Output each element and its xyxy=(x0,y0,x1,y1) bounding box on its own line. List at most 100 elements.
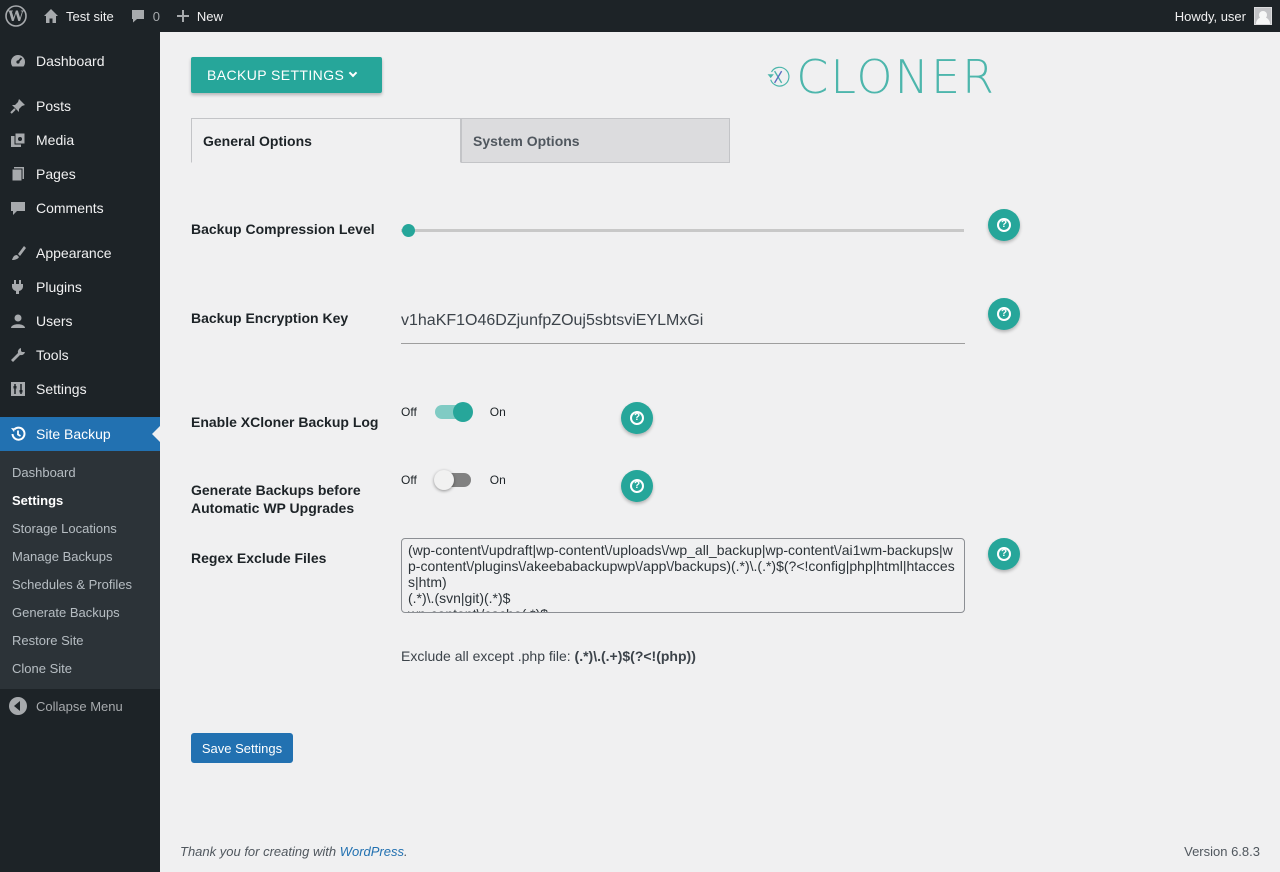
footer-thanks: Thank you for creating with WordPress. xyxy=(180,844,408,859)
regex-hint-text: Exclude all except .php file: xyxy=(401,648,571,664)
sidebar-item-label: Pages xyxy=(36,166,76,182)
sidebar-item-label: Posts xyxy=(36,98,72,114)
help-icon: ? xyxy=(630,479,644,493)
wordpress-logo-menu[interactable]: W xyxy=(0,0,35,32)
switch-knob xyxy=(452,402,473,422)
auto-upgrades-help-button[interactable]: ? xyxy=(621,470,653,502)
backup-settings-button[interactable]: BACKUP SETTINGS xyxy=(191,57,382,93)
compression-slider-track[interactable] xyxy=(401,229,964,232)
sidebar-item-posts[interactable]: Posts xyxy=(0,89,160,123)
site-name-menu[interactable]: Test site xyxy=(35,0,122,32)
save-settings-button[interactable]: Save Settings xyxy=(191,733,293,763)
backup-settings-label: BACKUP SETTINGS xyxy=(207,67,345,83)
wordpress-link[interactable]: WordPress xyxy=(340,844,404,859)
sidebar-item-appearance[interactable]: Appearance xyxy=(0,236,160,270)
comments-count: 0 xyxy=(152,8,160,24)
pages-icon xyxy=(8,164,28,184)
svg-text:W: W xyxy=(7,9,24,25)
main-content: BACKUP SETTINGS CLONER General Options S… xyxy=(160,32,1280,872)
site-backup-submenu: Dashboard Settings Storage Locations Man… xyxy=(0,451,160,689)
compression-help-button[interactable]: ? xyxy=(988,209,1020,241)
settings-icon xyxy=(8,379,28,399)
submenu-item-clone-site[interactable]: Clone Site xyxy=(0,654,160,682)
settings-tabs: General Options System Options xyxy=(191,118,730,163)
regex-hint-code: (.*)\.(.+)$(?<!(php)) xyxy=(574,648,696,664)
compression-slider-thumb[interactable] xyxy=(402,224,415,237)
new-content-menu[interactable]: New xyxy=(168,0,231,32)
backup-log-help-button[interactable]: ? xyxy=(621,402,653,434)
home-icon xyxy=(43,8,59,24)
switch-off-label: Off xyxy=(401,405,417,419)
sidebar-item-label: Media xyxy=(36,132,75,148)
sidebar-item-label: Settings xyxy=(36,381,87,397)
help-icon: ? xyxy=(997,547,1011,561)
help-icon: ? xyxy=(630,411,644,425)
sidebar-item-label: Site Backup xyxy=(36,426,111,442)
sidebar-item-tools[interactable]: Tools xyxy=(0,338,160,372)
switch-on-label: On xyxy=(489,473,506,487)
sidebar-item-site-backup[interactable]: Site Backup xyxy=(0,417,160,451)
footer-version: Version 6.8.3 xyxy=(1184,844,1260,859)
media-icon xyxy=(8,130,28,150)
sidebar-item-label: Dashboard xyxy=(36,53,105,69)
footer-thanks-text: Thank you for creating with xyxy=(180,844,337,859)
dashboard-icon xyxy=(8,51,28,71)
submenu-item-settings[interactable]: Settings xyxy=(0,486,160,514)
plus-icon xyxy=(176,9,190,23)
sidebar-item-media[interactable]: Media xyxy=(0,123,160,157)
sidebar-item-label: Plugins xyxy=(36,279,82,295)
sidebar-item-label: Comments xyxy=(36,200,104,216)
regex-hint: Exclude all except .php file: (.*)\.(.+)… xyxy=(401,648,696,664)
chevron-down-icon xyxy=(348,68,358,78)
backup-icon xyxy=(8,424,28,444)
encryption-key-input[interactable]: v1haKF1O46DZjunfpZOuj5sbtsviEYLMxGi xyxy=(401,304,965,344)
auto-upgrades-switch[interactable]: Off On xyxy=(401,470,506,490)
regex-help-button[interactable]: ? xyxy=(988,538,1020,570)
sidebar-item-users[interactable]: Users xyxy=(0,304,160,338)
plug-icon xyxy=(8,277,28,297)
tab-system-options[interactable]: System Options xyxy=(461,118,730,163)
wordpress-logo-icon: W xyxy=(5,5,27,27)
backup-log-switch[interactable]: Off On xyxy=(401,402,506,422)
sidebar-item-label: Appearance xyxy=(36,245,112,261)
collapse-menu-button[interactable]: Collapse Menu xyxy=(0,689,160,723)
sidebar-item-settings[interactable]: Settings xyxy=(0,372,160,406)
compression-label: Backup Compression Level xyxy=(191,221,375,237)
encryption-help-button[interactable]: ? xyxy=(988,298,1020,330)
auto-upgrades-label: Generate Backups before Automatic WP Upg… xyxy=(191,482,361,516)
sidebar-item-plugins[interactable]: Plugins xyxy=(0,270,160,304)
my-account-menu[interactable]: Howdy, user xyxy=(1175,7,1280,25)
collapse-arrow-icon xyxy=(9,697,27,715)
switch-lever[interactable] xyxy=(434,402,473,422)
regex-exclude-textarea[interactable]: (wp-content\/updraft|wp-content\/uploads… xyxy=(401,538,965,613)
submenu-item-generate-backups[interactable]: Generate Backups xyxy=(0,598,160,626)
switch-knob xyxy=(433,470,454,490)
sidebar-item-pages[interactable]: Pages xyxy=(0,157,160,191)
sidebar-item-comments[interactable]: Comments xyxy=(0,191,160,225)
avatar xyxy=(1254,7,1272,25)
sidebar-item-dashboard[interactable]: Dashboard xyxy=(0,44,160,78)
switch-off-label: Off xyxy=(401,473,417,487)
tab-general-options[interactable]: General Options xyxy=(191,118,461,163)
submenu-item-restore-site[interactable]: Restore Site xyxy=(0,626,160,654)
comments-menu[interactable]: 0 xyxy=(122,0,168,32)
comment-icon xyxy=(8,198,28,218)
admin-bar: W Test site 0 New Howdy, user xyxy=(0,0,1280,32)
footer-thanks-suffix: . xyxy=(404,844,408,859)
encryption-key-label: Backup Encryption Key xyxy=(191,310,349,326)
pin-icon xyxy=(8,96,28,116)
new-label: New xyxy=(196,8,223,24)
submenu-item-storage-locations[interactable]: Storage Locations xyxy=(0,514,160,542)
comment-icon xyxy=(130,8,146,24)
submenu-item-schedules-profiles[interactable]: Schedules & Profiles xyxy=(0,570,160,598)
backup-log-label: Enable XCloner Backup Log xyxy=(191,414,379,430)
switch-lever[interactable] xyxy=(433,470,471,490)
help-icon: ? xyxy=(997,218,1011,232)
wrench-icon xyxy=(8,345,28,365)
xcloner-logo: CLONER xyxy=(766,46,996,108)
submenu-item-dashboard[interactable]: Dashboard xyxy=(0,458,160,486)
brush-icon xyxy=(8,243,28,263)
admin-sidebar: Dashboard Posts Media Pages Comments App… xyxy=(0,32,160,872)
submenu-item-manage-backups[interactable]: Manage Backups xyxy=(0,542,160,570)
help-icon: ? xyxy=(997,307,1011,321)
